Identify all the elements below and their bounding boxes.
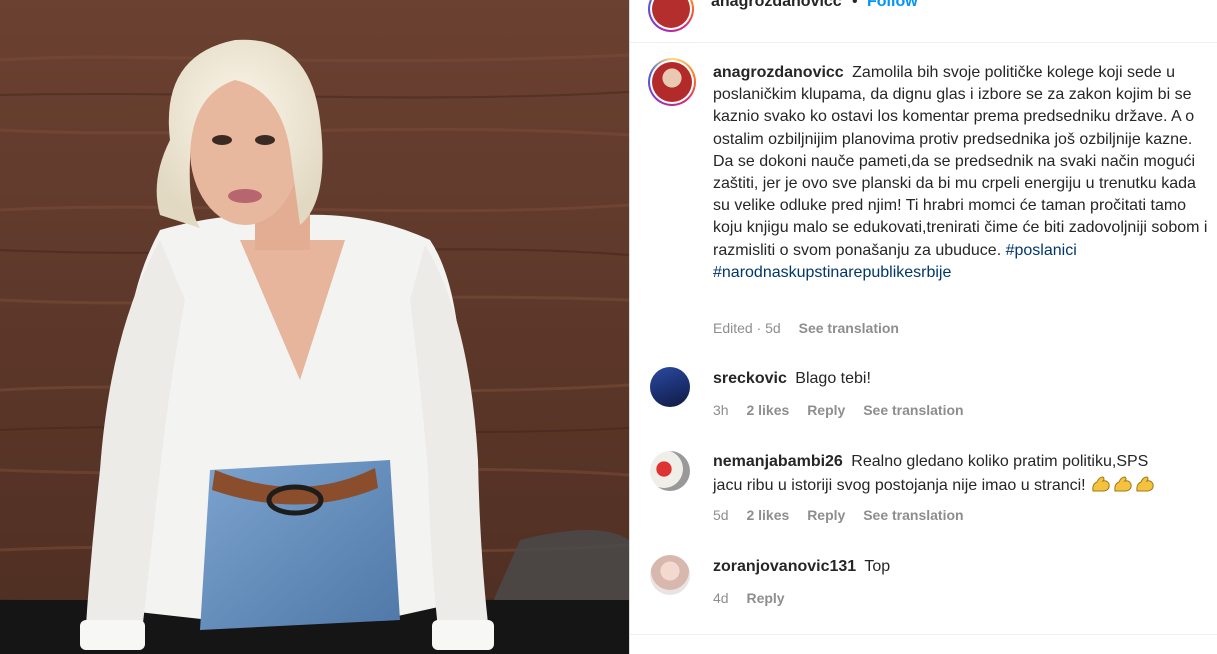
comment-time: 3h [713, 402, 729, 418]
see-translation-link[interactable]: See translation [799, 320, 899, 336]
reply-button[interactable]: Reply [746, 590, 784, 606]
comment-username[interactable]: nemanjabambi26 [713, 453, 843, 470]
comment-meta: 3h 2 likes Reply See translation [713, 402, 978, 418]
follow-button[interactable]: Follow [867, 0, 918, 11]
caption-avatar[interactable] [648, 58, 696, 106]
comment-item: zoranjovanovic131 Top [713, 556, 1208, 579]
header-avatar[interactable] [648, 0, 694, 32]
hashtag-link[interactable]: #narodnaskupstinarepublikesrbije [713, 264, 951, 281]
caption-username[interactable]: anagrozdanovicc [713, 64, 844, 81]
comment-text: Realno gledano koliko pratim politiku,SP… [851, 453, 1149, 470]
comment-avatar[interactable] [650, 451, 690, 491]
caption-time: Edited · 5d [713, 320, 781, 336]
comment-text: Blago tebi! [795, 370, 871, 387]
post-side-panel: anagrozdanovicc • Follow ··· anagrozdano… [629, 0, 1217, 654]
post-caption: anagrozdanovicc Zamolila bih svoje polit… [713, 62, 1213, 284]
comment-meta: 4d Reply [713, 590, 799, 606]
comment-avatar[interactable] [650, 555, 690, 595]
comment-time: 4d [713, 590, 729, 606]
post-photo[interactable] [0, 0, 629, 654]
see-translation-link[interactable]: See translation [863, 402, 963, 418]
more-options-icon[interactable]: ··· [1192, 0, 1215, 9]
comment-likes[interactable]: 2 likes [746, 507, 789, 523]
header-username[interactable]: anagrozdanovicc [711, 0, 842, 11]
post-header: anagrozdanovicc • Follow ··· [630, 0, 1217, 43]
comment-username[interactable]: sreckovic [713, 370, 787, 387]
comment-likes[interactable]: 2 likes [746, 402, 789, 418]
reply-button[interactable]: Reply [807, 402, 845, 418]
comment-avatar[interactable] [650, 367, 690, 407]
comment-item: nemanjabambi26 Realno gledano koliko pra… [713, 451, 1208, 497]
see-translation-link[interactable]: See translation [863, 507, 963, 523]
comment-time: 5d [713, 507, 729, 523]
flexed-biceps-icon [1136, 475, 1154, 491]
post-image [0, 0, 629, 654]
flexed-biceps-icon [1114, 475, 1132, 491]
comment-username[interactable]: zoranjovanovic131 [713, 558, 856, 575]
header-separator-dot: • [852, 0, 858, 10]
caption-text: Zamolila bih svoje političke kolege koji… [713, 64, 1208, 259]
comment-text: Top [864, 558, 891, 575]
hashtag-link[interactable]: #poslanici [1006, 242, 1077, 259]
avatar-image [652, 62, 692, 102]
comment-item: sreckovic Blago tebi! [713, 368, 1208, 391]
divider [630, 634, 1217, 635]
comment-text: jacu ribu u istoriji svog postojanja nij… [713, 476, 1086, 494]
comment-meta: 5d 2 likes Reply See translation [713, 507, 978, 523]
flexed-biceps-icon [1092, 475, 1110, 491]
caption-meta: Edited · 5d See translation [713, 320, 913, 336]
reply-button[interactable]: Reply [807, 507, 845, 523]
